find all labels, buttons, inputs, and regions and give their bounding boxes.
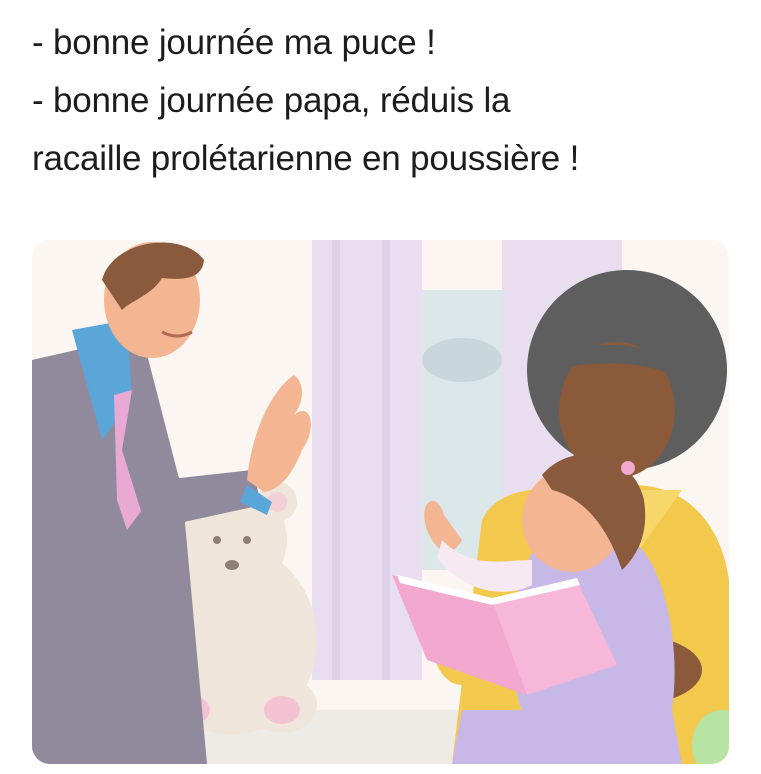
caption-line-1: - bonne journée ma puce !: [32, 23, 436, 62]
caption-line-2: - bonne journée papa, réduis la: [32, 81, 511, 120]
illustration-canvas: [32, 240, 729, 764]
meme-caption: - bonne journée ma puce ! - bonne journé…: [32, 14, 732, 188]
family-scene-illustration: [32, 240, 729, 764]
curtain-left: [312, 240, 422, 680]
caption-line-3: racaille prolétarienne en poussière !: [32, 139, 580, 178]
